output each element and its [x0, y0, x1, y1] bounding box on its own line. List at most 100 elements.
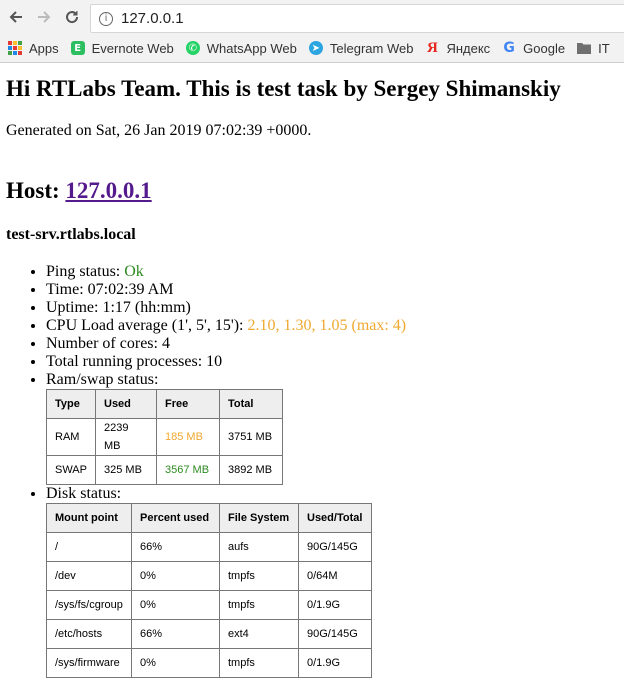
column-header: Percent used	[131, 503, 220, 533]
table-header-row: Type Used Free Total	[46, 389, 283, 419]
table-cell: SWAP	[46, 455, 96, 485]
generated-timestamp: Generated on Sat, 26 Jan 2019 07:02:39 +…	[6, 122, 312, 139]
bookmark-whatsapp[interactable]: ✆ WhatsApp Web	[185, 40, 297, 56]
bookmark-evernote[interactable]: E Evernote Web	[70, 40, 174, 56]
browser-toolbar: i 127.0.0.1	[0, 0, 624, 34]
processes-status: Total running processes: 10	[46, 353, 618, 371]
whatsapp-icon: ✆	[185, 41, 200, 55]
table-row: SWAP 325 MB 3567 MB 3892 MB	[46, 455, 283, 485]
table-cell: ext4	[219, 619, 299, 649]
host-heading: Host: 127.0.0.1	[6, 177, 618, 205]
address-text: 127.0.0.1	[121, 10, 184, 27]
table-cell: 0/64M	[298, 561, 372, 591]
table-cell: /sys/firmware	[46, 648, 132, 678]
table-cell: tmpfs	[219, 590, 299, 620]
table-row: RAM 2239 MB 185 MB 3751 MB	[46, 418, 283, 456]
page-title: Hi RTLabs Team. This is test task by Ser…	[6, 76, 561, 101]
table-cell: 66%	[131, 532, 220, 562]
table-cell: 90G/145G	[298, 619, 372, 649]
google-icon: G	[503, 40, 515, 56]
cpu-label: CPU Load average (1', 5', 15'):	[46, 317, 248, 334]
table-cell: /	[46, 532, 132, 562]
table-cell: 0%	[131, 648, 220, 678]
hostname: test-srv.rtlabs.local	[6, 226, 136, 243]
table-cell: 66%	[131, 619, 220, 649]
telegram-icon: ➤	[308, 41, 323, 55]
status-list: Ping status: Ok Time: 07:02:39 AM Uptime…	[6, 263, 618, 678]
disk-status: Disk status: Mount point Percent used Fi…	[46, 485, 618, 678]
table-row: /dev 0% tmpfs 0/64M	[46, 561, 372, 591]
table-cell: tmpfs	[219, 561, 299, 591]
forward-arrow-icon	[38, 11, 51, 23]
address-bar[interactable]: i 127.0.0.1	[90, 4, 624, 33]
bookmark-apps[interactable]: Apps	[8, 41, 59, 56]
table-cell: tmpfs	[219, 648, 299, 678]
table-cell: 0/1.9G	[298, 648, 372, 678]
ping-value: Ok	[124, 263, 144, 280]
uptime-status: Uptime: 1:17 (hh:mm)	[46, 299, 618, 317]
table-cell: /etc/hosts	[46, 619, 132, 649]
disk-table: Mount point Percent used File System Use…	[46, 503, 372, 678]
bookmark-label: Apps	[29, 40, 59, 56]
table-cell: /dev	[46, 561, 132, 591]
cores-status: Number of cores: 4	[46, 335, 618, 353]
table-row: /sys/firmware 0% tmpfs 0/1.9G	[46, 648, 372, 678]
cpu-load: CPU Load average (1', 5', 15'): 2.10, 1.…	[46, 317, 618, 335]
disk-label: Disk status:	[46, 485, 122, 502]
bookmark-label: WhatsApp Web	[206, 40, 297, 56]
yandex-icon: Я	[427, 39, 438, 56]
host-link[interactable]: 127.0.0.1	[65, 178, 151, 203]
ram-status: Ram/swap status: Type Used Free Total RA…	[46, 371, 618, 485]
bookmark-label: Telegram Web	[329, 40, 414, 56]
bookmark-label: Google	[523, 40, 566, 56]
ram-table: Type Used Free Total RAM 2239 MB 185 MB …	[46, 389, 283, 485]
table-row: /etc/hosts 66% ext4 90G/145G	[46, 619, 372, 649]
ping-status: Ping status: Ok	[46, 263, 618, 281]
time-status: Time: 07:02:39 AM	[46, 281, 618, 299]
bookmark-label: IT	[598, 40, 610, 56]
ping-label: Ping status:	[46, 263, 125, 280]
table-cell: RAM	[46, 418, 96, 456]
column-header: File System	[219, 503, 299, 533]
back-arrow-icon	[9, 11, 22, 23]
bookmark-google[interactable]: G Google	[502, 40, 566, 56]
bookmark-yandex[interactable]: Я Яндекс	[425, 39, 491, 56]
table-cell: 2239 MB	[95, 418, 157, 456]
table-cell: 3567 MB	[156, 455, 220, 485]
bookmark-it-folder[interactable]: IT	[577, 41, 610, 56]
column-header: Used/Total	[298, 503, 372, 533]
host-label: Host:	[6, 178, 60, 203]
apps-grid-icon	[8, 41, 22, 55]
ram-label: Ram/swap status:	[46, 371, 159, 388]
back-button[interactable]	[4, 5, 28, 29]
cpu-value: 2.10, 1.30, 1.05 (max: 4)	[247, 317, 407, 334]
column-header: Used	[95, 389, 157, 419]
column-header: Type	[46, 389, 96, 419]
column-header: Free	[156, 389, 220, 419]
column-header: Total	[219, 389, 283, 419]
table-cell: 0%	[131, 561, 220, 591]
bookmark-telegram[interactable]: ➤ Telegram Web	[308, 40, 414, 56]
page-content: Hi RTLabs Team. This is test task by Ser…	[0, 75, 624, 678]
info-icon[interactable]: i	[99, 11, 113, 26]
table-cell: aufs	[219, 532, 299, 562]
table-row: /sys/fs/cgroup 0% tmpfs 0/1.9G	[46, 590, 372, 620]
forward-button[interactable]	[32, 5, 56, 29]
table-cell: 325 MB	[95, 455, 157, 485]
table-cell: 3751 MB	[219, 418, 283, 456]
folder-icon	[577, 41, 592, 55]
bookmark-label: Evernote Web	[91, 40, 174, 56]
bookmark-label: Яндекс	[446, 40, 491, 56]
column-header: Mount point	[46, 503, 132, 533]
table-row: / 66% aufs 90G/145G	[46, 532, 372, 562]
table-cell: 0/1.9G	[298, 590, 372, 620]
table-cell: 0%	[131, 590, 220, 620]
reload-icon	[66, 11, 79, 24]
table-header-row: Mount point Percent used File System Use…	[46, 503, 372, 533]
table-cell: 3892 MB	[219, 455, 283, 485]
evernote-icon: E	[70, 41, 85, 55]
reload-button[interactable]	[60, 5, 84, 29]
bookmarks-bar: Apps E Evernote Web ✆ WhatsApp Web ➤ Tel…	[0, 34, 624, 63]
table-cell: /sys/fs/cgroup	[46, 590, 132, 620]
table-cell: 90G/145G	[298, 532, 372, 562]
